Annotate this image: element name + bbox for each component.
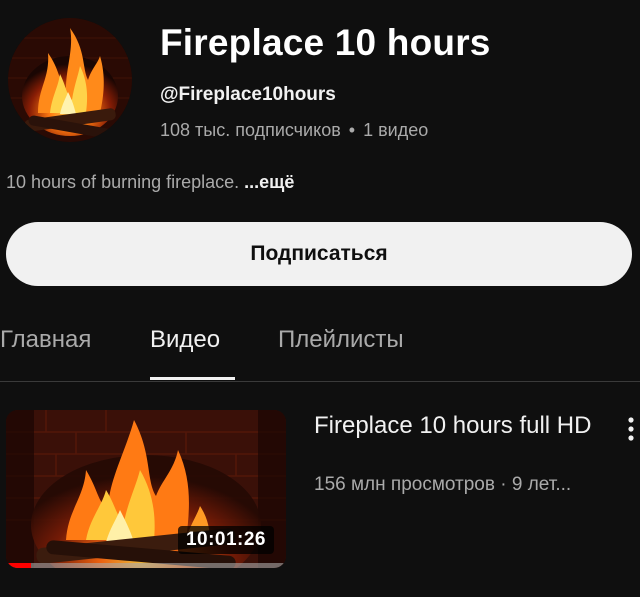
- channel-title: Fireplace 10 hours: [160, 22, 491, 63]
- watch-progress-track: [6, 563, 286, 568]
- tabs-divider: [0, 381, 640, 382]
- watch-progress-fill: [6, 563, 32, 568]
- subscribe-button[interactable]: Подписаться: [6, 222, 632, 286]
- subscriber-count: 108 тыс. подписчиков: [160, 120, 341, 140]
- active-tab-indicator: [150, 377, 235, 380]
- video-count: 1 видео: [363, 120, 429, 140]
- tab-home[interactable]: Главная: [0, 326, 91, 354]
- description-more-link[interactable]: ...ещё: [244, 172, 294, 192]
- channel-handle: @Fireplace10hours: [160, 84, 336, 105]
- channel-avatar[interactable]: [8, 18, 132, 142]
- tab-playlists[interactable]: Плейлисты: [278, 326, 404, 354]
- video-duration: 10:01:26: [177, 526, 274, 554]
- video-thumbnail[interactable]: 10:01:26: [6, 410, 286, 568]
- fireplace-avatar-icon: [8, 18, 132, 142]
- channel-stats: 108 тыс. подписчиков • 1 видео: [160, 120, 428, 141]
- channel-tabs: Главная Видео Плейлисты: [0, 322, 640, 382]
- description-text: 10 hours of burning fireplace.: [6, 172, 240, 192]
- stats-separator: •: [348, 120, 356, 140]
- tab-videos[interactable]: Видео: [150, 326, 220, 354]
- more-vert-icon[interactable]: [622, 414, 640, 444]
- channel-description[interactable]: 10 hours of burning fireplace. ...ещё: [6, 172, 294, 193]
- video-title[interactable]: Fireplace 10 hours full HD: [314, 410, 604, 442]
- video-meta: 156 млн просмотров · 9 лет...: [314, 474, 572, 495]
